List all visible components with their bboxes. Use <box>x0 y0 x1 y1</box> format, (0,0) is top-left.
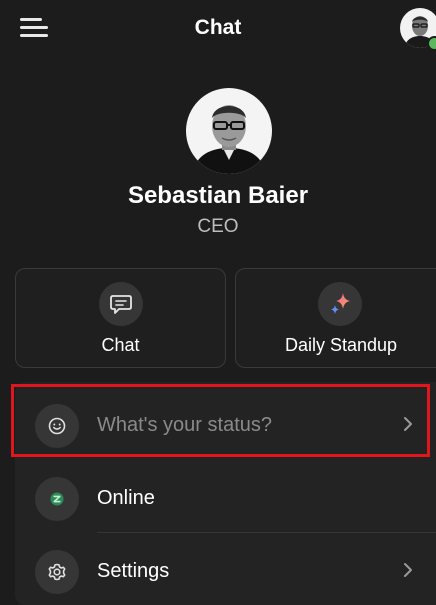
online-status-dot <box>427 36 436 51</box>
profile-role: CEO <box>197 216 239 237</box>
online-row[interactable]: Online <box>15 466 436 532</box>
menu-divider <box>97 532 436 533</box>
settings-icon-circle <box>35 550 79 594</box>
status-icon-circle <box>35 404 79 448</box>
daily-standup-card[interactable]: Daily Standup <box>235 268 436 368</box>
chat-action-card[interactable]: Chat <box>15 268 226 368</box>
chat-bubble-icon <box>110 295 132 314</box>
page-title: Chat <box>194 16 242 39</box>
chevron-right-icon <box>404 563 412 577</box>
sparkles-icon <box>331 293 350 314</box>
settings-label: Settings <box>97 560 170 582</box>
status-row[interactable]: What's your status? <box>15 393 436 459</box>
chat-icon-circle <box>99 282 143 326</box>
top-bar: Chat <box>0 0 436 60</box>
status-placeholder: What's your status? <box>97 414 272 436</box>
online-label: Online <box>97 487 155 509</box>
smiley-icon <box>48 417 66 435</box>
daily-standup-label: Daily Standup <box>284 335 398 355</box>
standup-icon-circle <box>318 282 362 326</box>
profile-avatar <box>186 88 272 174</box>
online-presence-icon <box>50 492 64 506</box>
online-icon-circle <box>35 477 79 521</box>
settings-row[interactable]: Settings <box>15 539 436 605</box>
gear-icon <box>48 563 66 581</box>
chevron-right-icon <box>404 417 412 431</box>
chat-action-label: Chat <box>101 335 140 355</box>
profile-name: Sebastian Baier <box>127 182 309 209</box>
